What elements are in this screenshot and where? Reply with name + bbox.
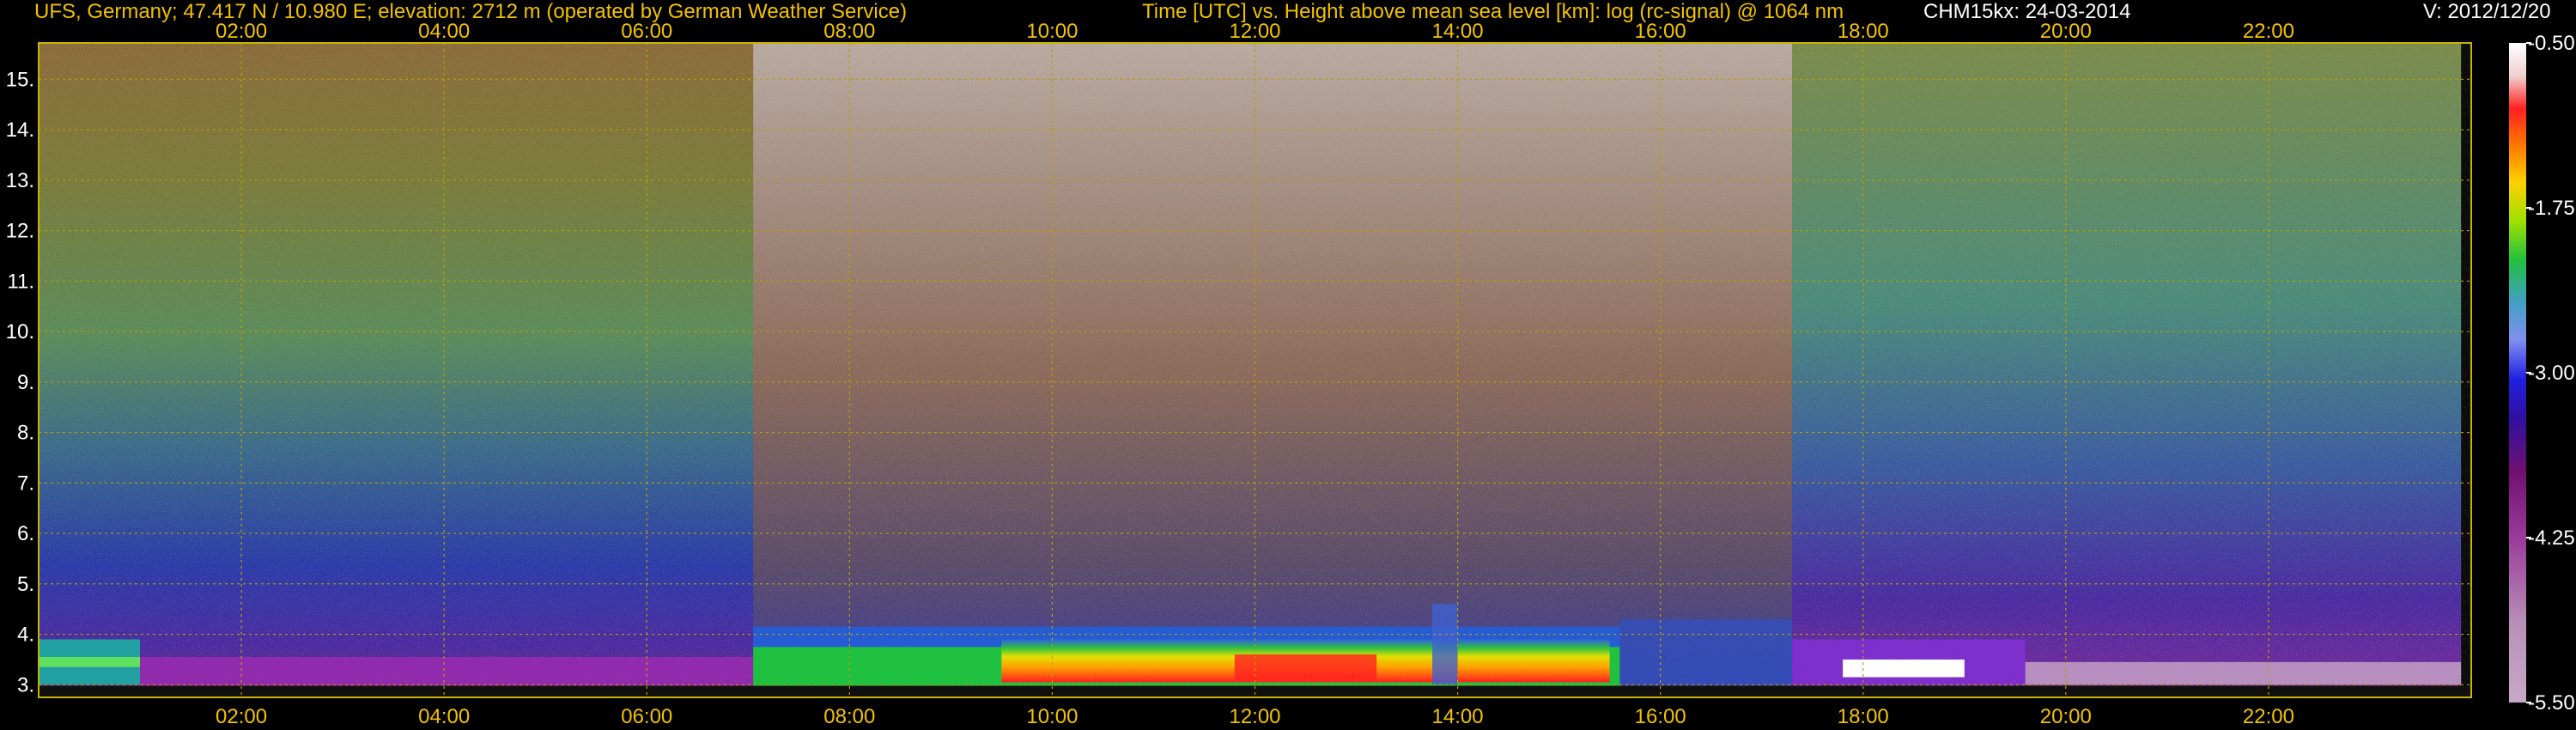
y-tick-label: 8.: [17, 422, 34, 445]
x-axis-bottom: 02:00 04:00 06:00 08:00 10:00 12:00 14:00 16:00…: [216, 705, 2294, 728]
x-tick-label-bottom: 02:00: [216, 705, 267, 728]
night-purple-band: [140, 656, 754, 688]
boundary-layer-peak: [1234, 654, 1377, 680]
y-tick-label: 10.: [6, 320, 34, 344]
colorbar-tick-label: -1.75: [2528, 197, 2575, 220]
y-tick-label: 15.: [6, 68, 34, 91]
x-tick-label-bottom: 04:00: [418, 705, 470, 728]
night-layer-core: [39, 656, 141, 667]
x-tick-label-bottom: 14:00: [1432, 705, 1484, 728]
x-tick-label-bottom: 20:00: [2040, 705, 2092, 728]
colorbar-tick-label: -5.50: [2528, 691, 2575, 715]
x-tick-label-bottom: 08:00: [823, 705, 875, 728]
colorbar-tick-label: -4.25: [2528, 526, 2575, 550]
y-tick-label: 6.: [17, 522, 34, 545]
station-info: UFS, Germany; 47.417 N / 10.980 E; eleva…: [34, 0, 908, 23]
x-tick-label-bottom: 06:00: [621, 705, 672, 728]
y-tick-label: 11.: [7, 270, 34, 293]
y-tick-label: 9.: [17, 371, 34, 394]
version-label: V: 2012/12/20: [2423, 0, 2551, 23]
colorbar-tick-label: -0.50: [2528, 32, 2575, 55]
y-axis: 3. 4. 5. 6. 7. 8. 9. 10. 11. 12. 13. 14. 15.: [6, 68, 34, 697]
colorbar-tick-label: -3.00: [2528, 362, 2575, 385]
x-tick-label-top: 22:00: [2243, 20, 2294, 43]
y-tick-label: 13.: [6, 169, 34, 192]
evening-haze: [2025, 661, 2462, 685]
instrument-date: CHM15kx: 24-03-2014: [1923, 0, 2131, 23]
colorbar: -0.50 -1.75 -3.00 -4.25 -5.50: [2509, 32, 2575, 715]
y-tick-label: 3.: [17, 673, 34, 697]
y-tick-label: 12.: [6, 220, 34, 243]
y-tick-label: 4.: [17, 624, 34, 647]
x-tick-label-bottom: 12:00: [1229, 705, 1280, 728]
x-tick-label-bottom: 10:00: [1026, 705, 1078, 728]
afternoon-layer: [1619, 618, 1793, 685]
chart-title: Time [UTC] vs. Height above mean sea lev…: [1142, 0, 1844, 23]
x-tick-label-bottom: 16:00: [1635, 705, 1686, 728]
lidar-chart: 02:00 04:00 06:00 08:00 10:00 12:00 14:00 16:00…: [6, 20, 2575, 728]
y-tick-label: 7.: [17, 471, 34, 495]
x-tick-label-bottom: 18:00: [1838, 705, 1889, 728]
colorbar-scale: [2509, 43, 2526, 703]
cloud-column: [1432, 604, 1458, 685]
y-tick-label: 5.: [17, 573, 34, 596]
x-tick-label-top: 10:00: [1026, 20, 1078, 43]
x-tick-label-top: 18:00: [1838, 20, 1889, 43]
y-tick-label: 14.: [6, 119, 34, 142]
evening-cloud: [1843, 659, 1965, 678]
x-tick-label-bottom: 22:00: [2243, 705, 2294, 728]
